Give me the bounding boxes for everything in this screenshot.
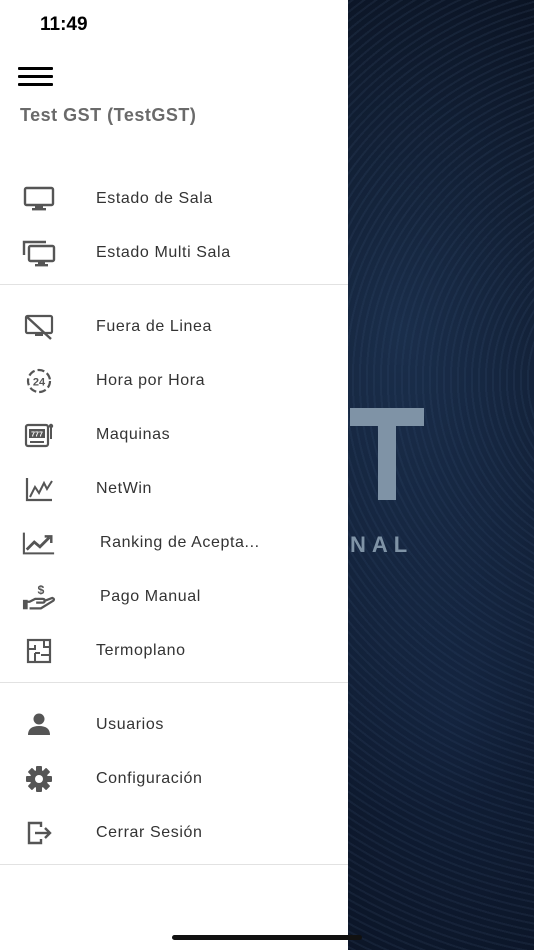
menu-item-label: Configuración: [96, 770, 203, 787]
menu-item-hora-por-hora[interactable]: 24 Hora por Hora: [0, 354, 348, 408]
clock-24-icon: 24: [22, 366, 56, 396]
menu-item-estado-multi-sala[interactable]: Estado Multi Sala: [0, 226, 348, 280]
svg-text:$: $: [37, 583, 44, 597]
menu-item-pago-manual[interactable]: $ Pago Manual: [0, 570, 348, 624]
status-bar-time: 11:49: [40, 14, 88, 35]
menu-item-label: Ranking de Acepta...: [100, 534, 260, 551]
svg-text:777: 777: [31, 432, 43, 439]
menu-item-configuracion[interactable]: Configuración: [0, 752, 348, 806]
home-indicator[interactable]: [172, 935, 362, 940]
navigation-drawer: 11:49 Test GST (TestGST) Estado de Sala …: [0, 0, 348, 950]
menu-item-netwin[interactable]: NetWin: [0, 462, 348, 516]
menu-item-maquinas[interactable]: 777 Maquinas: [0, 408, 348, 462]
menu-item-label: NetWin: [96, 480, 153, 497]
menu-item-ranking-de-aceptacion[interactable]: Ranking de Acepta...: [0, 516, 348, 570]
brand-tagline: NAL: [350, 532, 414, 557]
brand-logo: [350, 400, 434, 500]
menu-item-label: Fuera de Linea: [96, 318, 213, 335]
menu-item-fuera-de-linea[interactable]: Fuera de Linea: [0, 300, 348, 354]
section-divider: [0, 284, 348, 285]
slot-machine-icon: 777: [22, 420, 56, 450]
menu-item-label: Termoplano: [96, 642, 186, 659]
menu-item-label: Cerrar Sesión: [96, 824, 203, 841]
menu-item-cerrar-sesion[interactable]: Cerrar Sesión: [0, 806, 348, 860]
menu-item-label: Maquinas: [96, 426, 171, 443]
svg-text:24: 24: [33, 377, 46, 389]
monitor-icon: [22, 184, 56, 214]
menu-item-termoplano[interactable]: Termoplano: [0, 624, 348, 678]
menu-item-estado-de-sala[interactable]: Estado de Sala: [0, 172, 348, 226]
menu-item-label: Usuarios: [96, 716, 164, 733]
trending-up-icon: [22, 528, 56, 558]
menu-item-usuarios[interactable]: Usuarios: [0, 698, 348, 752]
hand-dollar-icon: $: [22, 582, 56, 612]
hamburger-menu-icon[interactable]: [18, 66, 54, 88]
gear-icon: [22, 764, 56, 794]
monitor-off-icon: [22, 312, 56, 342]
user-icon: [22, 710, 56, 740]
menu-item-label: Estado Multi Sala: [96, 244, 231, 261]
menu-item-label: Pago Manual: [100, 588, 201, 605]
section-divider: [0, 864, 348, 865]
logout-icon: [22, 818, 56, 848]
menu-item-label: Hora por Hora: [96, 372, 206, 389]
menu-item-label: Estado de Sala: [96, 190, 213, 207]
multi-monitor-icon: [22, 238, 56, 268]
line-chart-icon: [22, 474, 56, 504]
section-divider: [0, 682, 348, 683]
account-title: Test GST (TestGST): [20, 105, 197, 125]
floor-plan-icon: [22, 636, 56, 666]
